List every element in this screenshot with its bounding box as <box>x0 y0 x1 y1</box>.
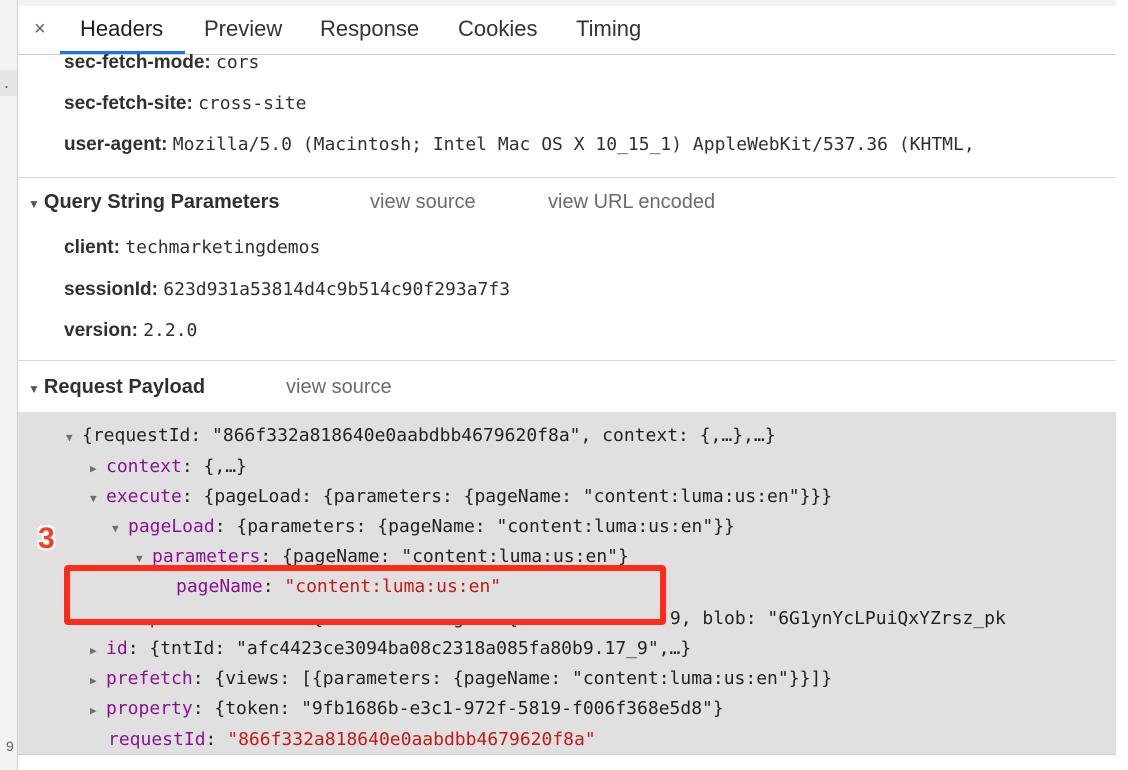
tab-response[interactable]: Response <box>320 16 419 42</box>
tab-preview[interactable]: Preview <box>204 16 282 42</box>
param-value: 623d931a53814d4c9b514c90f293a7f3 <box>163 279 511 300</box>
close-icon[interactable]: × <box>34 18 46 41</box>
payload-root-text: {requestId: "866f332a818640e0aabdbb46796… <box>82 425 776 446</box>
query-param-row: sessionId: 623d931a53814d4c9b514c90f293a… <box>64 279 510 301</box>
tree-value: : {parameters: {pageName: "content:luma:… <box>214 516 735 537</box>
collapse-triangle-icon: ▼ <box>28 197 40 211</box>
header-row: sec-fetch-mode: cors <box>64 52 259 74</box>
query-string-section-header[interactable]: ▼ Query String Parameters <box>28 191 280 214</box>
tree-row-parameters[interactable]: ▼ parameters: {pageName: "content:luma:us… <box>136 546 629 567</box>
tree-string-value: "866f332a818640e0aabdbb4679620f8a" <box>227 729 596 750</box>
param-value: techmarketingdemos <box>125 237 321 258</box>
tree-value: : {tntId: "afc4423ce3094ba08c2318a085fa8… <box>127 638 692 659</box>
expand-triangle-icon: ▼ <box>112 522 119 535</box>
tree-row-requestid[interactable]: requestId: "866f332a818640e0aabdbb467962… <box>108 729 596 750</box>
tree-key: property <box>106 698 193 719</box>
tree-row-pagename[interactable]: pageName: "content:luma:us:en" <box>176 576 501 597</box>
left-strip-label: 9 <box>6 738 14 754</box>
param-value: 2.2.0 <box>143 320 198 341</box>
tree-key: pageName <box>176 576 263 597</box>
header-row: sec-fetch-site: cross-site <box>64 93 306 115</box>
tab-cookies[interactable]: Cookies <box>458 16 537 42</box>
query-string-title: Query String Parameters <box>43 191 280 213</box>
tab-headers[interactable]: Headers <box>80 16 163 42</box>
tree-row-execute[interactable]: ▼ execute: {pageLoad: {parameters: {pageN… <box>90 486 832 507</box>
tree-value: : {token: "9fb1686b-e3c1-972f-5819-f006f… <box>192 698 724 719</box>
left-panel-strip: . 9 <box>0 0 18 770</box>
param-key: version: <box>64 320 138 341</box>
query-param-row: version: 2.2.0 <box>64 320 197 342</box>
header-value: cross-site <box>198 93 307 114</box>
tree-key: prefetch <box>106 668 193 689</box>
left-strip-dot: . <box>4 72 10 92</box>
annotation-step-number: 3 <box>38 522 55 555</box>
param-key: client: <box>64 237 120 258</box>
panel-bottom-divider <box>18 754 1116 755</box>
tree-key: context <box>106 456 182 477</box>
section-divider <box>18 177 1116 178</box>
header-key: user-agent: <box>64 134 168 155</box>
tree-value: : {views: [{parameters: {pageName: "cont… <box>192 668 833 689</box>
tree-value: : {pageName: "content:luma:us:en"} <box>260 546 629 567</box>
collapsed-triangle-icon: ▶ <box>90 704 97 717</box>
section-divider <box>18 360 1116 361</box>
tree-key: requestId <box>108 729 206 750</box>
query-param-row: client: techmarketingdemos <box>64 237 320 259</box>
network-details-panel: × Headers Preview Response Cookies Timin… <box>18 0 1116 770</box>
expand-triangle-icon: ▼ <box>136 552 143 565</box>
payload-root-row[interactable]: ▼ {requestId: "866f332a818640e0aabdbb4679… <box>66 425 776 446</box>
request-payload-title: Request Payload <box>43 376 206 398</box>
header-key: sec-fetch-mode: <box>64 52 211 73</box>
query-view-source-link[interactable]: view source <box>370 191 476 214</box>
header-value: Mozilla/5.0 (Macintosh; Intel Mac OS X 1… <box>172 134 975 155</box>
collapsed-triangle-icon: ▶ <box>90 674 97 687</box>
tree-row-pageload[interactable]: ▼ pageLoad: {parameters: {pageName: "cont… <box>112 516 735 537</box>
header-value: cors <box>216 52 260 73</box>
collapsed-triangle-icon: ▶ <box>90 462 97 475</box>
request-payload-section-header[interactable]: ▼ Request Payload <box>28 376 205 399</box>
collapsed-triangle-icon: ▶ <box>90 644 97 657</box>
header-row: user-agent: Mozilla/5.0 (Macintosh; Inte… <box>64 134 975 156</box>
param-key: sessionId: <box>64 279 158 300</box>
details-tab-bar: × Headers Preview Response Cookies Timin… <box>18 6 1116 55</box>
expand-triangle-icon: ▼ <box>90 492 97 505</box>
tree-row-id[interactable]: ▶ id: {tntId: "afc4423ce3094ba08c2318a085… <box>90 638 691 659</box>
tree-row-context[interactable]: ▶ context: {,…} <box>90 456 247 477</box>
tree-row-prefetch[interactable]: ▶ prefetch: {views: [{parameters: {pageNa… <box>90 668 832 689</box>
tree-separator: : <box>262 576 285 597</box>
tree-key: pageLoad <box>128 516 215 537</box>
tree-value: : {pageLoad: {parameters: {pageName: "co… <box>181 486 833 507</box>
header-key: sec-fetch-site: <box>64 93 193 114</box>
tree-string-value: "content:luma:us:en" <box>284 576 502 597</box>
collapse-triangle-icon: ▼ <box>28 382 40 396</box>
tab-timing[interactable]: Timing <box>576 16 641 42</box>
tree-key: parameters <box>152 546 261 567</box>
tree-row-property[interactable]: ▶ property: {token: "9fb1686b-e3c1-972f-5… <box>90 698 724 719</box>
tree-separator: : <box>205 729 228 750</box>
tree-key: id <box>106 638 128 659</box>
expand-triangle-icon: ▼ <box>66 431 73 444</box>
payload-view-source-link[interactable]: view source <box>286 376 392 399</box>
tree-value: : {,…} <box>181 456 247 477</box>
tree-key: execute <box>106 486 182 507</box>
query-view-url-encoded-link[interactable]: view URL encoded <box>548 191 715 214</box>
